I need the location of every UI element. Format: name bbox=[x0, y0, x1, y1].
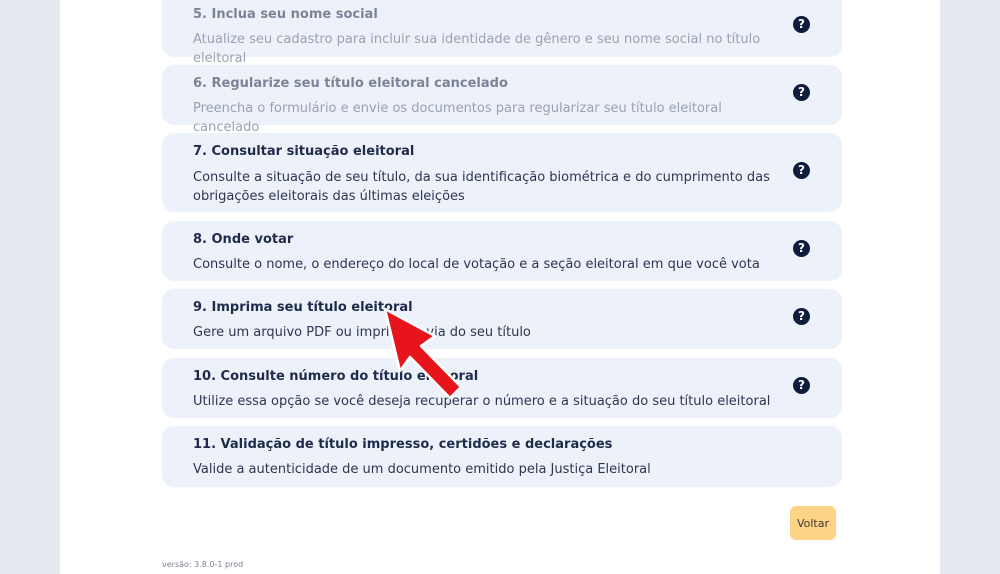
service-item-title: 9. Imprima seu título eleitoral bbox=[193, 300, 413, 315]
service-item-imprima-titulo[interactable]: 9. Imprima seu título eleitoral Gere um … bbox=[162, 289, 842, 349]
service-item-title: 11. Validação de título impresso, certid… bbox=[193, 437, 613, 452]
service-item-description: Consulte o nome, o endereço do local de … bbox=[193, 257, 760, 272]
service-item-title: 7. Consultar situação eleitoral bbox=[193, 144, 415, 159]
service-item-description: Atualize seu cadastro para incluir sua i… bbox=[193, 32, 761, 66]
service-item-description: Gere um arquivo PDF ou imprima a via do … bbox=[193, 325, 531, 340]
service-item-title: 10. Consulte número do título eleitoral bbox=[193, 369, 479, 384]
version-label: versão: 3.8.0-1 prod bbox=[162, 560, 244, 569]
help-icon[interactable]: ? bbox=[793, 162, 810, 179]
service-item-nome-social[interactable]: 5. Inclua seu nome social Atualize seu c… bbox=[162, 0, 842, 66]
service-item-title: 5. Inclua seu nome social bbox=[193, 7, 378, 22]
back-button[interactable]: Voltar bbox=[790, 506, 836, 540]
service-item-description: Utilize essa opção se você deseja recupe… bbox=[193, 394, 771, 409]
service-item-description: Consulte a situação de seu título, da su… bbox=[193, 170, 770, 204]
help-icon[interactable]: ? bbox=[793, 16, 810, 33]
service-item-title: 8. Onde votar bbox=[193, 232, 294, 247]
help-icon[interactable]: ? bbox=[793, 84, 810, 101]
service-item-numero-titulo[interactable]: 10. Consulte número do título eleitoral … bbox=[162, 358, 842, 418]
service-item-onde-votar[interactable]: 8. Onde votar Consulte o nome, o endereç… bbox=[162, 221, 842, 281]
main-content-panel: 5. Inclua seu nome social Atualize seu c… bbox=[60, 0, 940, 574]
help-icon[interactable]: ? bbox=[793, 377, 810, 394]
service-item-description: Valide a autenticidade de um documento e… bbox=[193, 462, 651, 477]
service-item-description: Preencha o formulário e envie os documen… bbox=[193, 101, 722, 135]
service-item-title: 6. Regularize seu título eleitoral cance… bbox=[193, 76, 508, 91]
service-item-validacao-documentos[interactable]: 11. Validação de título impresso, certid… bbox=[162, 426, 842, 487]
service-item-situacao-eleitoral[interactable]: 7. Consultar situação eleitoral Consulte… bbox=[162, 133, 842, 212]
service-item-regularize-titulo[interactable]: 6. Regularize seu título eleitoral cance… bbox=[162, 65, 842, 135]
help-icon[interactable]: ? bbox=[793, 240, 810, 257]
help-icon[interactable]: ? bbox=[793, 308, 810, 325]
